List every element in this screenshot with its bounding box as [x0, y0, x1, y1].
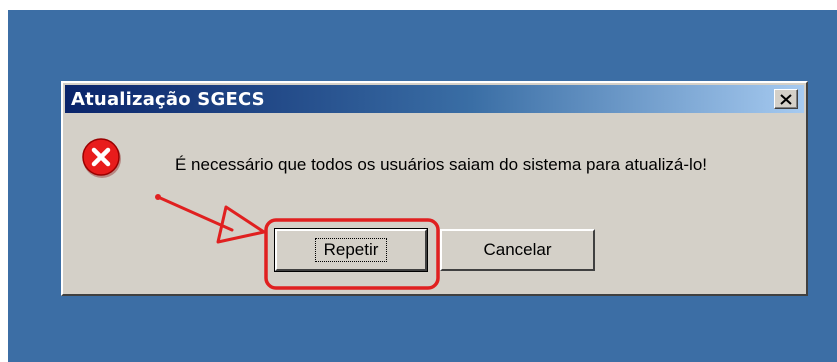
close-icon	[780, 93, 792, 105]
dialog-titlebar[interactable]: Atualização SGECS	[65, 85, 804, 113]
retry-button[interactable]: Repetir	[274, 228, 428, 272]
error-icon	[82, 138, 121, 178]
dialog-message: É necessário que todos os usuários saiam…	[175, 155, 708, 174]
error-dialog: Atualização SGECS É necessário que todos…	[61, 81, 808, 296]
cancel-button[interactable]: Cancelar	[440, 229, 595, 271]
cancel-button-label: Cancelar	[483, 240, 552, 259]
retry-button-label: Repetir	[314, 238, 388, 262]
close-button[interactable]	[774, 89, 798, 109]
dialog-title: Atualização SGECS	[71, 89, 265, 110]
